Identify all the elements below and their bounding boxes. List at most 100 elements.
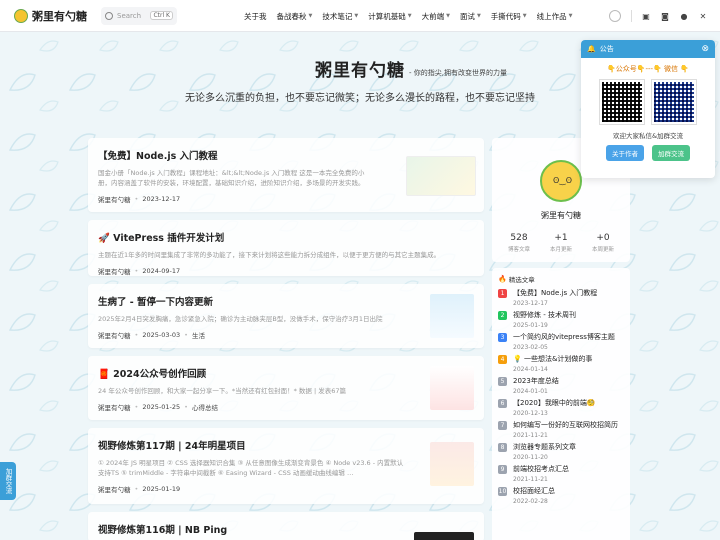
join-group-side-tab[interactable]: 加群交流 [0,462,16,500]
list-item[interactable]: 2 视野修炼 - 技术周刊 2025-01-19 [498,310,624,331]
avatar-face-icon: ʘ‿ʘ [553,176,573,185]
list-item[interactable]: 5 2023年度总结 2024-01-01 [498,376,624,397]
brand[interactable]: 粥里有勺糖 [14,8,87,24]
rank-badge: 7 [498,421,507,430]
search-placeholder: Search [117,11,142,20]
article-title[interactable]: 浏览器专题系列文章 [513,442,576,452]
nav-item-label: 计算机基础 [368,11,406,21]
article-date: 2022-02-28 [513,498,548,505]
nav-item-interview[interactable]: 面试 ▼ [460,11,481,22]
post-author: 粥里有勺糖 [98,486,131,494]
featured-list: 1 【免费】Node.js 入门教程 2023-12-17 2 视野修炼 - 技术周刊… [498,288,624,507]
post-tag[interactable]: 生活 [192,330,205,340]
search-button[interactable]: Search Ctrl K [101,6,177,25]
theme-toggle-icon[interactable] [609,10,621,22]
chevron-down-icon: ▼ [522,13,527,19]
join-group-button[interactable]: 加群交流 [652,145,690,161]
featured-articles: 🔥 精选文章 1 【免费】Node.js 入门教程 2023-12-17 2 视野修炼… [492,268,630,540]
rank-badge: 9 [498,465,507,474]
top-navbar: 粥里有勺糖 Search Ctrl K 关于我 备战春秋 ▼ 技术笔记 ▼ 计算机基… [0,0,720,32]
search-icon [105,11,113,20]
stat-posts: 528 博客文章 [508,233,530,253]
list-item[interactable]: 10 校招面经汇总 2022-02-28 [498,486,624,507]
post-title[interactable]: 🧧 2024公众号创作回顾 [98,366,474,380]
rank-badge: 4 [498,355,507,364]
post-card[interactable]: 视野修炼第117期 | 24年明星项目 ① 2024年 JS 明星项目 ② CS… [88,428,484,504]
stat-label: 本月更新 [549,247,572,253]
card-icon[interactable]: ▣ [641,11,651,21]
about-author-button[interactable]: 关于作者 [606,145,644,161]
post-thumbnail [430,294,474,338]
article-title[interactable]: 前端校招考点汇总 [513,464,569,474]
rank-badge: 1 [498,289,507,298]
close-icon[interactable]: ⊗ [701,44,709,54]
post-author: 粥里有勺糖 [98,196,131,204]
article-date: 2021-11-21 [513,432,548,439]
nav-item-label: 备战春秋 [276,11,307,21]
brand-name: 粥里有勺糖 [32,9,87,23]
post-thumbnail [430,366,474,410]
post-meta: 粥里有勺糖 • 2025-03-03 • 生活 [98,330,474,340]
article-title[interactable]: 【免费】Node.js 入门教程 [513,288,597,298]
nav-item-handwritten-code[interactable]: 手撕代码 ▼ [491,11,527,22]
article-title[interactable]: 如何编写一份好的互联网校招简历 [513,420,618,430]
nav-item-label: 大前端 [421,11,445,21]
list-item[interactable]: 3 一个简约风的vitepress博客主题 2023-02-05 [498,332,624,353]
post-title[interactable]: 生病了 - 暂停一下内容更新 [98,294,474,308]
nav-item-cs-basics[interactable]: 计算机基础 ▼ [368,11,411,22]
nav-item-prep[interactable]: 备战春秋 ▼ [277,11,313,22]
post-tag[interactable]: 心得总结 [192,402,218,412]
post-card[interactable]: 视野修炼第116期 | NB Ping [88,512,484,540]
post-date: 2025-01-19 [142,485,181,493]
article-title[interactable]: 视野修炼 - 技术周刊 [513,310,576,320]
post-card[interactable]: 生病了 - 暂停一下内容更新 2025年2月4日突发胸痛，急诊紧急入院；确诊为主… [88,284,484,348]
post-title[interactable]: 视野修炼第117期 | 24年明星项目 [98,438,474,452]
nav-item-tech-notes[interactable]: 技术笔记 ▼ [322,11,358,22]
article-date: 2024-01-01 [513,388,548,395]
post-meta: 粥里有勺糖 • 2024-09-17 [98,266,474,276]
x-icon[interactable]: ✕ [698,11,708,21]
list-item[interactable]: 1 【免费】Node.js 入门教程 2023-12-17 [498,288,624,309]
meta-separator: • [134,331,139,339]
meta-separator: • [184,331,188,339]
rank-badge: 8 [498,443,507,452]
rank-badge: 3 [498,333,507,342]
qr-row [581,79,715,125]
chevron-down-icon: ▼ [407,13,412,19]
list-item[interactable]: 4 💡 一些想法&计划做的事 2024-01-14 [498,354,624,375]
post-date: 2025-03-03 [142,331,181,339]
nav-item-about[interactable]: 关于我 [244,11,267,22]
article-date: 2020-11-20 [513,454,548,461]
article-title[interactable]: 💡 一些想法&计划做的事 [513,354,592,364]
post-meta: 粥里有勺糖 • 2025-01-25 • 心得总结 [98,402,474,412]
post-meta: 粥里有勺糖 • 2025-01-19 [98,484,474,494]
article-title[interactable]: 2023年度总结 [513,376,559,386]
rss-icon[interactable]: ◙ [660,11,670,21]
chevron-down-icon: ▼ [308,13,313,19]
rank-badge: 2 [498,311,507,320]
nav-item-label: 手撕代码 [490,11,521,21]
avatar[interactable]: ʘ‿ʘ [540,160,582,202]
github-icon[interactable]: ● [679,11,689,21]
stat-week: +0 本周更新 [592,233,614,253]
profile-stats: 528 博客文章 +1 本月更新 +0 本周更新 [498,233,624,253]
list-item[interactable]: 6 【2020】我眼中的前端🧐 2020-12-13 [498,398,624,419]
nav-item-frontend[interactable]: 大前端 ▼ [422,11,450,22]
list-item[interactable]: 7 如何编写一份好的互联网校招简历 2021-11-21 [498,420,624,441]
post-card[interactable]: 🧧 2024公众号创作回顾 24 年公众号创作回顾，和大家一起分享一下。*当然还… [88,356,484,420]
article-date: 2025-01-19 [513,322,548,329]
notice-heading: 公告 [599,45,614,53]
list-item[interactable]: 8 浏览器专题系列文章 2020-11-20 [498,442,624,463]
post-card[interactable]: 【免费】Node.js 入门教程 国金小册「Node.js 入门教程」课程地址：… [88,138,484,212]
article-title[interactable]: 一个简约风的vitepress博客主题 [513,332,615,342]
article-date: 2024-01-14 [513,366,548,373]
post-card[interactable]: 🚀 VitePress 插件开发计划 主题在近1年多的时间里集成了非常的多功能了… [88,220,484,276]
nav-item-online-works[interactable]: 线上作品 ▼ [537,11,573,22]
article-title[interactable]: 校招面经汇总 [513,486,555,496]
chevron-down-icon: ▼ [476,13,481,19]
list-item[interactable]: 9 前端校招考点汇总 2021-11-21 [498,464,624,485]
notice-popup: 🔔 公告 ⊗ 👇公众号👇---👇 微信 👇 欢迎大家私信&加群交流 关于作者 加… [581,40,715,178]
chevron-down-icon: ▼ [354,13,359,19]
post-title[interactable]: 🚀 VitePress 插件开发计划 [98,230,474,244]
article-title[interactable]: 【2020】我眼中的前端🧐 [513,398,596,408]
